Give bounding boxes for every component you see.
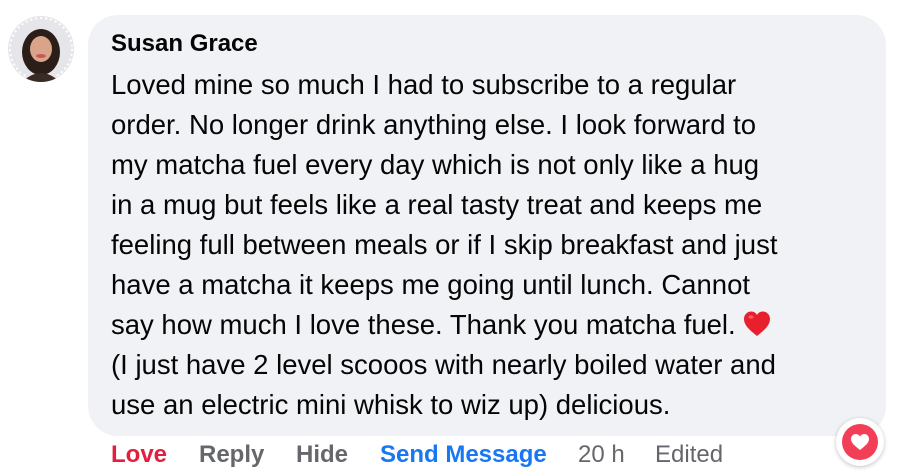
comment-line: my matcha fuel every day which is not on…: [111, 149, 760, 180]
reply-button[interactable]: Reply: [199, 440, 264, 470]
love-button[interactable]: Love: [111, 440, 167, 470]
timestamp-link[interactable]: 20 h: [578, 440, 625, 470]
comment-line: in a mug but feels like a real tasty tre…: [111, 189, 763, 220]
comment-line: use an electric mini whisk to wiz up) de…: [111, 389, 671, 420]
comment-author[interactable]: Susan Grace: [111, 30, 258, 58]
comment-line: feeling full between meals or if I skip …: [111, 229, 778, 260]
comment-line: have a matcha it keeps me going until lu…: [111, 269, 750, 300]
comment-line: order. No longer drink anything else. I …: [111, 109, 757, 140]
comment-line: Loved mine so much I had to subscribe to…: [111, 69, 737, 100]
hide-button[interactable]: Hide: [296, 440, 348, 470]
profile-photo-icon: [8, 16, 74, 82]
send-message-button[interactable]: Send Message: [380, 440, 547, 470]
love-reaction-icon: [842, 424, 878, 460]
comment-line: say how much I love these. Thank you mat…: [111, 309, 736, 340]
comment-line-with-emoji: say how much I love these. Thank you mat…: [111, 305, 871, 345]
comment-body: Loved mine so much I had to subscribe to…: [111, 65, 871, 425]
avatar[interactable]: [8, 16, 74, 82]
comment-line: (I just have 2 level scooos with nearly …: [111, 349, 776, 380]
red-heart-emoji-icon: [742, 309, 772, 339]
edited-label[interactable]: Edited: [655, 440, 723, 470]
reaction-badge[interactable]: [836, 418, 884, 466]
